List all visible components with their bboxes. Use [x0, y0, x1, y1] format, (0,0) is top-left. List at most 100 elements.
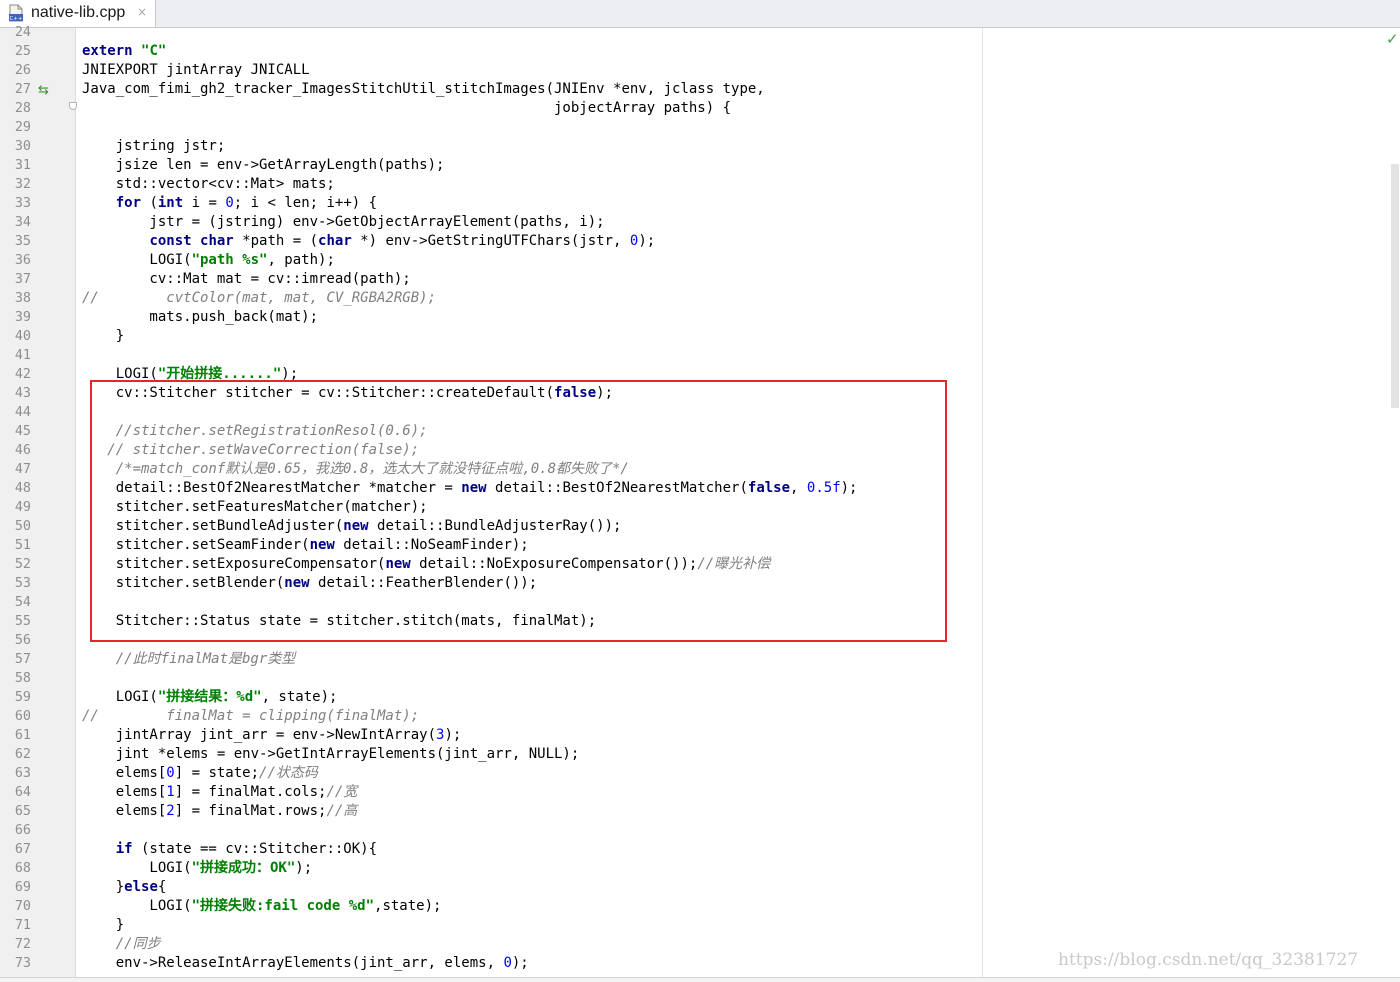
code-token: );	[444, 727, 462, 743]
code-line[interactable]: 27 Java_com_fimi_gh2_tracker_ImagesStitch…	[0, 80, 1400, 99]
code-text[interactable]: }else{	[82, 878, 167, 897]
code-line[interactable]: 37 cv::Mat mat = cv::imread(path);	[0, 270, 1400, 289]
code-line[interactable]: 40 }	[0, 327, 1400, 346]
code-line[interactable]: 39 mats.push_back(mat);	[0, 308, 1400, 327]
line-number: 38	[14, 291, 31, 306]
inspection-ok-icon: ✓	[1386, 30, 1399, 48]
code-line[interactable]: 31 jsize len = env->GetArrayLength(paths…	[0, 156, 1400, 175]
code-text[interactable]: elems[0] = state;//状态码	[82, 764, 318, 783]
code-token: mats.push_back(mat);	[82, 309, 319, 325]
code-token: std::vector<cv::Mat> mats;	[82, 176, 335, 192]
code-text[interactable]: std::vector<cv::Mat> mats;	[82, 175, 335, 194]
code-line[interactable]: 61 jintArray jint_arr = env->NewIntArray…	[0, 726, 1400, 745]
code-line[interactable]: 68 LOGI("拼接成功：OK");	[0, 859, 1400, 878]
code-line[interactable]: 29	[0, 118, 1400, 137]
code-line[interactable]: 28 jobjectArray paths) {	[0, 99, 1400, 118]
code-text[interactable]: jint *elems = env->GetIntArrayElements(j…	[82, 745, 580, 764]
code-text[interactable]: Java_com_fimi_gh2_tracker_ImagesStitchUt…	[82, 80, 765, 99]
code-line[interactable]: 59 LOGI("拼接结果：%d", state);	[0, 688, 1400, 707]
code-token: (state == cv::Stitcher::OK){	[132, 841, 378, 857]
code-line[interactable]: 62 jint *elems = env->GetIntArrayElement…	[0, 745, 1400, 764]
code-token: //同步	[82, 936, 161, 952]
line-number: 58	[14, 671, 31, 686]
code-line[interactable]: 26 JNIEXPORT jintArray JNICALL	[0, 61, 1400, 80]
line-number: 31	[14, 158, 31, 173]
code-text[interactable]: jobjectArray paths) {	[82, 99, 731, 118]
line-number: 53	[14, 576, 31, 591]
code-text[interactable]: if (state == cv::Stitcher::OK){	[82, 840, 377, 859]
code-line[interactable]: 69 }else{	[0, 878, 1400, 897]
line-number: 49	[14, 500, 31, 515]
code-text[interactable]: //此时finalMat是bgr类型	[82, 650, 296, 669]
code-token: // cvtColor(mat, mat, CV_RGBA2RGB);	[82, 290, 437, 306]
line-number: 26	[14, 63, 31, 78]
code-text[interactable]: }	[82, 327, 124, 346]
code-line[interactable]: 67 if (state == cv::Stitcher::OK){	[0, 840, 1400, 859]
code-line[interactable]: 30 jstring jstr;	[0, 137, 1400, 156]
code-text[interactable]: }	[82, 916, 124, 935]
code-token: char	[318, 233, 352, 249]
line-number: 57	[14, 652, 31, 667]
line-number: 32	[14, 177, 31, 192]
code-text[interactable]: // finalMat = clipping(finalMat);	[82, 707, 419, 726]
tab-label: native-lib.cpp	[31, 4, 126, 21]
close-icon[interactable]: ×	[137, 5, 147, 19]
code-token: jsize len = env->GetArrayLength(paths);	[82, 157, 445, 173]
code-token: elems[	[82, 784, 167, 800]
code-token: }	[82, 328, 125, 344]
code-line[interactable]: 58	[0, 669, 1400, 688]
code-text[interactable]: LOGI("拼接失败:fail code %d",state);	[82, 897, 441, 916]
code-text[interactable]: elems[1] = finalMat.cols;//宽	[82, 783, 358, 802]
code-text[interactable]: jstring jstr;	[82, 137, 226, 156]
code-line[interactable]: 24	[0, 23, 1400, 42]
line-number: 72	[14, 937, 31, 952]
line-number: 56	[14, 633, 31, 648]
code-text[interactable]: LOGI("拼接成功：OK");	[82, 859, 312, 878]
code-line[interactable]: 71 }	[0, 916, 1400, 935]
code-token: *path = (	[233, 233, 319, 249]
code-text[interactable]: for (int i = 0; i < len; i++) {	[82, 194, 377, 213]
code-line[interactable]: 65 elems[2] = finalMat.rows;//高	[0, 802, 1400, 821]
line-number: 27	[14, 82, 31, 97]
code-line[interactable]: 60 // finalMat = clipping(finalMat);	[0, 707, 1400, 726]
code-line[interactable]: 70 LOGI("拼接失败:fail code %d",state);	[0, 897, 1400, 916]
line-number: 51	[14, 538, 31, 553]
code-text[interactable]: LOGI("path %s", path);	[82, 251, 334, 270]
code-line[interactable]: 41	[0, 346, 1400, 365]
code-text[interactable]: LOGI("拼接结果：%d", state);	[82, 688, 338, 707]
code-token: jstr = (jstring) env->GetObjectArrayElem…	[82, 214, 605, 230]
code-text[interactable]: elems[2] = finalMat.rows;//高	[82, 802, 358, 821]
code-token: , state);	[261, 689, 338, 705]
code-token: //此时finalMat是bgr类型	[82, 651, 296, 667]
code-text[interactable]: jintArray jint_arr = env->NewIntArray(3)…	[82, 726, 462, 745]
code-line[interactable]: 66	[0, 821, 1400, 840]
code-line[interactable]: 36 LOGI("path %s", path);	[0, 251, 1400, 270]
line-number: 44	[14, 405, 31, 420]
code-text[interactable]: const char *path = (char *) env->GetStri…	[82, 232, 655, 251]
code-line[interactable]: 33 for (int i = 0; i < len; i++) {	[0, 194, 1400, 213]
vertical-scrollbar[interactable]	[1391, 164, 1399, 408]
code-text[interactable]: jsize len = env->GetArrayLength(paths);	[82, 156, 445, 175]
line-number: 47	[14, 462, 31, 477]
code-text[interactable]: extern "C"	[82, 42, 166, 61]
code-text[interactable]: cv::Mat mat = cv::imread(path);	[82, 270, 410, 289]
code-line[interactable]: 35 const char *path = (char *) env->GetS…	[0, 232, 1400, 251]
code-line[interactable]: 34 jstr = (jstring) env->GetObjectArrayE…	[0, 213, 1400, 232]
code-text[interactable]: //同步	[82, 935, 161, 954]
code-text[interactable]: JNIEXPORT jintArray JNICALL	[82, 61, 310, 80]
code-line[interactable]: 57 //此时finalMat是bgr类型	[0, 650, 1400, 669]
code-text[interactable]: jstr = (jstring) env->GetObjectArrayElem…	[82, 213, 605, 232]
code-text[interactable]: env->ReleaseIntArrayElements(jint_arr, e…	[82, 954, 529, 973]
code-text[interactable]: // cvtColor(mat, mat, CV_RGBA2RGB);	[82, 289, 436, 308]
line-number: 35	[14, 234, 31, 249]
line-number: 34	[14, 215, 31, 230]
code-text[interactable]: mats.push_back(mat);	[82, 308, 318, 327]
line-number: 55	[14, 614, 31, 629]
code-line[interactable]: 63 elems[0] = state;//状态码	[0, 764, 1400, 783]
code-token: LOGI(	[82, 252, 192, 268]
code-line[interactable]: 32 std::vector<cv::Mat> mats;	[0, 175, 1400, 194]
code-line[interactable]: 64 elems[1] = finalMat.cols;//宽	[0, 783, 1400, 802]
code-line[interactable]: 25 extern "C"	[0, 42, 1400, 61]
code-line[interactable]: 38 // cvtColor(mat, mat, CV_RGBA2RGB);	[0, 289, 1400, 308]
line-number: 52	[14, 557, 31, 572]
